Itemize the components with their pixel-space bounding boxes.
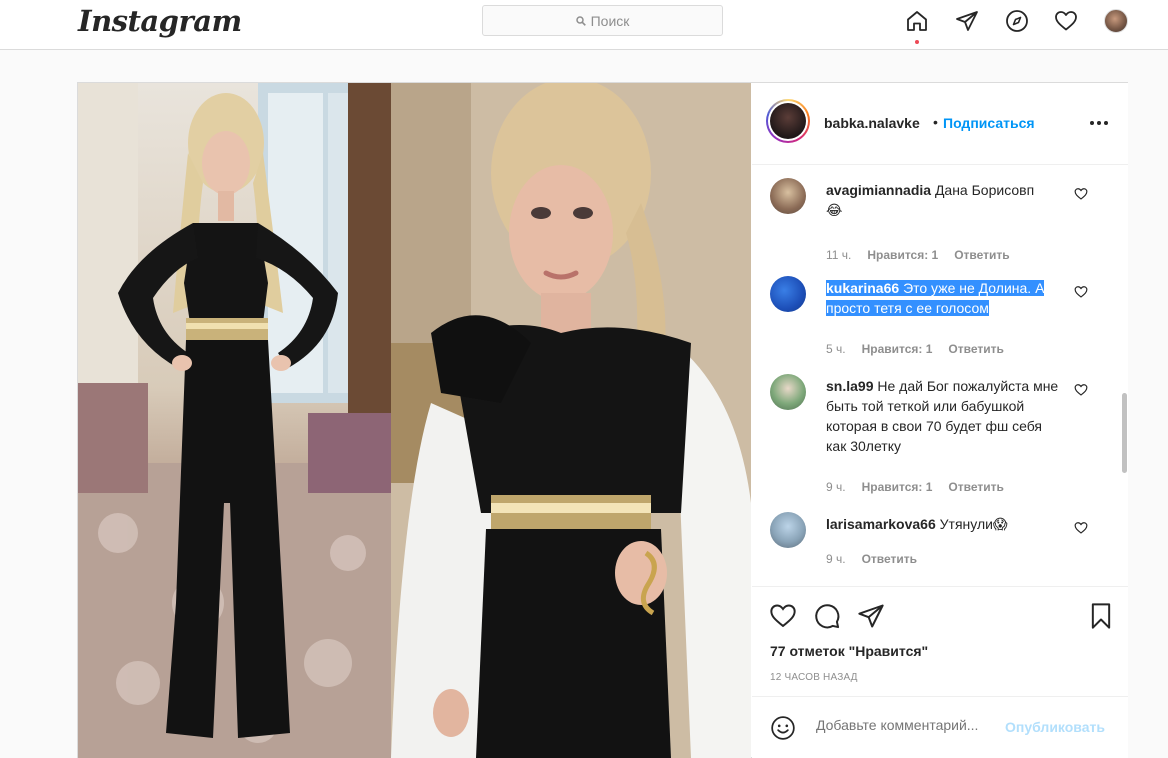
- comment-username[interactable]: kukarina66: [826, 280, 899, 296]
- comment-text: kukarina66 Это уже не Долина. А просто т…: [826, 278, 1066, 318]
- comment-likes[interactable]: Нравится: 1: [862, 480, 933, 494]
- comment-username[interactable]: sn.la99: [826, 378, 873, 394]
- explore-icon[interactable]: [1004, 8, 1030, 34]
- comment-likes[interactable]: Нравится: 1: [862, 342, 933, 356]
- comment-reply-button[interactable]: Ответить: [862, 552, 917, 566]
- comments-list: avagimiannadia Дана Борисовп 😂 11 ч. Нра…: [752, 166, 1128, 586]
- post-photo[interactable]: [78, 83, 751, 758]
- post-footer: 77 отметок "Нравится" 12 ЧАСОВ НАЗАД Опу…: [752, 586, 1128, 758]
- add-comment-row: Опубликовать: [752, 696, 1128, 758]
- post-actions: [768, 601, 1114, 631]
- comment-meta: 11 ч. Нравится: 1 Ответить: [826, 248, 1010, 262]
- comment-item: larisamarkova66 Утянули😱 9 ч. Ответить: [768, 512, 1108, 582]
- search-box[interactable]: Поиск: [482, 5, 723, 36]
- comment-reply-button[interactable]: Ответить: [954, 248, 1009, 262]
- commenter-avatar[interactable]: [770, 512, 806, 548]
- comment-like-icon[interactable]: [1074, 187, 1088, 201]
- comment-time[interactable]: 9 ч.: [826, 480, 846, 494]
- commenter-avatar[interactable]: [770, 276, 806, 312]
- home-icon[interactable]: [904, 8, 930, 34]
- comment-reply-button[interactable]: Ответить: [948, 342, 1003, 356]
- post-card: babka.nalavke • Подписаться avagimiannad…: [77, 82, 1128, 758]
- comment-meta: 9 ч. Ответить: [826, 552, 917, 566]
- header-separator: •: [933, 114, 938, 130]
- comment-emoji: 😂: [826, 202, 843, 218]
- instagram-logo[interactable]: Instagram: [78, 4, 242, 38]
- activity-heart-icon[interactable]: [1053, 8, 1079, 34]
- comment-body: Дана Борисовп: [934, 182, 1035, 198]
- author-username[interactable]: babka.nalavke: [824, 115, 920, 131]
- save-bookmark-icon[interactable]: [1086, 601, 1116, 631]
- comment-meta: 5 ч. Нравится: 1 Ответить: [826, 342, 1004, 356]
- comment-emoji: 😱: [992, 516, 1008, 532]
- comment-likes[interactable]: Нравится: 1: [867, 248, 938, 262]
- commenter-avatar[interactable]: [770, 374, 806, 410]
- comment-username[interactable]: avagimiannadia: [826, 182, 931, 198]
- like-icon[interactable]: [768, 601, 798, 631]
- comment-item: avagimiannadia Дана Борисовп 😂 11 ч. Нра…: [768, 178, 1108, 268]
- photo-right-panel: [391, 83, 751, 758]
- comment-time[interactable]: 11 ч.: [826, 248, 851, 262]
- search-icon: [575, 15, 586, 26]
- emoji-icon[interactable]: [768, 713, 798, 743]
- commenter-avatar[interactable]: [770, 178, 806, 214]
- comment-like-icon[interactable]: [1074, 285, 1088, 299]
- post-sidebar: babka.nalavke • Подписаться avagimiannad…: [752, 83, 1128, 758]
- comment-text: larisamarkova66 Утянули😱: [826, 514, 1066, 534]
- comment-username[interactable]: larisamarkova66: [826, 516, 936, 532]
- photo-left-panel: [78, 83, 391, 758]
- likes-count[interactable]: 77 отметок "Нравится": [770, 643, 928, 659]
- profile-avatar[interactable]: [1104, 9, 1128, 33]
- post-header: babka.nalavke • Подписаться: [752, 83, 1128, 165]
- comment-item: sn.la99 Не дай Бог пожалуйста мне быть т…: [768, 374, 1108, 494]
- comment-text: sn.la99 Не дай Бог пожалуйста мне быть т…: [826, 376, 1066, 456]
- comment-icon[interactable]: [812, 601, 842, 631]
- comment-time[interactable]: 9 ч.: [826, 552, 846, 566]
- comment-reply-button[interactable]: Ответить: [948, 480, 1003, 494]
- comment-item: kukarina66 Это уже не Долина. А просто т…: [768, 276, 1108, 366]
- share-icon[interactable]: [856, 601, 886, 631]
- comments-scrollbar[interactable]: [1122, 393, 1127, 473]
- direct-icon[interactable]: [954, 8, 980, 34]
- search-placeholder: Поиск: [590, 12, 630, 29]
- publish-button[interactable]: Опубликовать: [1005, 719, 1105, 735]
- top-navigation-bar: Instagram Поиск: [0, 0, 1168, 50]
- notification-dot: [915, 40, 919, 44]
- comment-time[interactable]: 5 ч.: [826, 342, 846, 356]
- comment-like-icon[interactable]: [1074, 383, 1088, 397]
- comment-text: avagimiannadia Дана Борисовп 😂: [826, 180, 1066, 220]
- comment-body: Утянули: [939, 516, 993, 532]
- comment-meta: 9 ч. Нравится: 1 Ответить: [826, 480, 1004, 494]
- add-comment-input[interactable]: [816, 717, 996, 733]
- more-options-icon[interactable]: [1090, 121, 1108, 125]
- comment-like-icon[interactable]: [1074, 521, 1088, 535]
- post-time[interactable]: 12 ЧАСОВ НАЗАД: [770, 672, 858, 683]
- author-avatar[interactable]: [766, 99, 810, 143]
- follow-button[interactable]: Подписаться: [943, 115, 1035, 131]
